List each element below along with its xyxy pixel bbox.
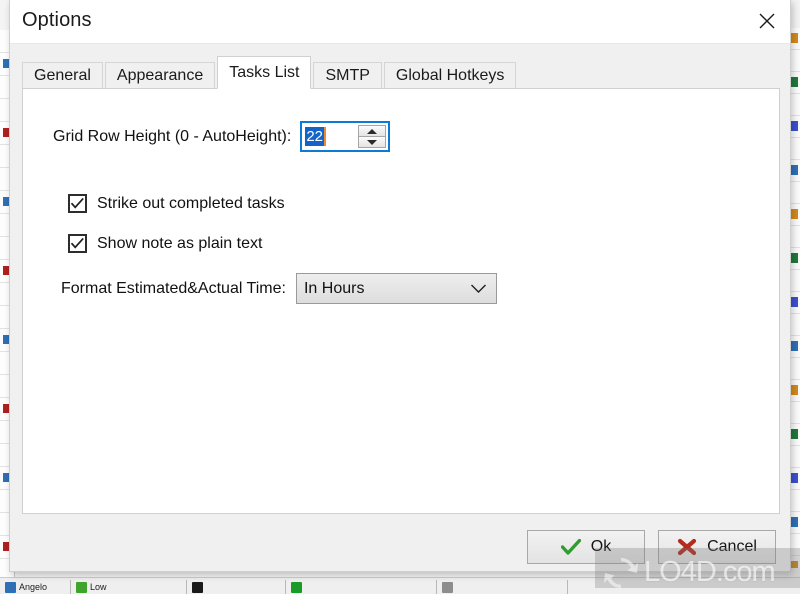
cancel-button[interactable]: Cancel — [658, 530, 776, 564]
stepper-up-button[interactable] — [358, 125, 387, 137]
stepper-buttons — [358, 125, 387, 148]
arrow-down-icon — [367, 139, 378, 145]
checkbox-box — [68, 234, 87, 253]
tab-global-hotkeys[interactable]: Global Hotkeys — [383, 62, 517, 88]
tab-general[interactable]: General — [22, 62, 103, 88]
tab-tasks-list[interactable]: Tasks List — [217, 56, 312, 89]
taskbar-item[interactable]: Low — [71, 580, 187, 594]
stepper-down-button[interactable] — [358, 137, 387, 148]
taskbar-item-label: Angelo — [19, 582, 48, 592]
tab-smtp[interactable]: SMTP — [313, 62, 382, 88]
text-caret — [324, 127, 327, 146]
checkmark-icon — [70, 197, 84, 209]
taskbar-item[interactable] — [187, 580, 286, 594]
taskbar-item-icon — [442, 581, 453, 593]
taskbar-item-label: Low — [90, 582, 107, 592]
checkmark-icon — [70, 237, 84, 249]
format-time-value: In Hours — [303, 279, 365, 297]
checkmark-icon — [560, 539, 581, 555]
checkbox-box — [68, 194, 87, 213]
background-taskbar[interactable]: Angelo Low — [0, 577, 800, 594]
tab-strip: General Appearance Tasks List SMTP Global Ho… — [22, 56, 780, 89]
grid-row-height-row: Grid Row Height (0 - AutoHeight): 22 — [53, 121, 391, 152]
taskbar-item[interactable] — [437, 580, 568, 594]
format-time-select[interactable]: In Hours — [295, 273, 497, 304]
tab-label: Global Hotkeys — [395, 66, 505, 84]
dialog-title: Options — [22, 9, 92, 31]
taskbar-item[interactable] — [286, 580, 437, 594]
taskbar-item-icon — [192, 581, 203, 593]
strike-out-completed-tasks-checkbox[interactable]: Strike out completed tasks — [68, 194, 285, 213]
ok-button[interactable]: Ok — [527, 530, 645, 564]
taskbar-item-icon — [5, 581, 16, 593]
screen: Angelo Low Options General Appearance Tasks… — [0, 0, 800, 594]
tab-label: Appearance — [116, 66, 204, 84]
cancel-button-label: Cancel — [707, 538, 757, 555]
close-icon[interactable] — [744, 0, 790, 42]
show-note-as-plain-text-checkbox[interactable]: Show note as plain text — [68, 234, 262, 253]
tab-label: Tasks List — [229, 63, 300, 81]
dialog-titlebar: Options — [10, 0, 790, 44]
cross-icon — [677, 538, 697, 556]
options-dialog: Options General Appearance Tasks List SMTP G… — [9, 0, 791, 572]
tab-panel-tasks-list: Grid Row Height (0 - AutoHeight): 22 Str… — [22, 88, 780, 514]
arrow-up-icon — [367, 128, 378, 134]
format-time-row: Format Estimated&Actual Time: In Hours — [61, 273, 497, 304]
show-note-label: Show note as plain text — [97, 234, 263, 252]
tab-appearance[interactable]: Appearance — [104, 62, 216, 88]
grid-row-height-input[interactable]: 22 — [302, 123, 358, 150]
taskbar-item-icon — [291, 581, 302, 593]
taskbar-item[interactable]: Angelo — [0, 580, 71, 594]
grid-row-height-label: Grid Row Height (0 - AutoHeight): — [53, 127, 292, 145]
format-time-label: Format Estimated&Actual Time: — [61, 279, 286, 297]
ok-button-label: Ok — [590, 538, 612, 555]
chevron-down-icon — [470, 284, 486, 293]
grid-row-height-value: 22 — [305, 127, 325, 146]
taskbar-item-icon — [76, 581, 87, 593]
strike-out-label: Strike out completed tasks — [97, 194, 285, 212]
grid-row-height-stepper[interactable]: 22 — [300, 121, 391, 152]
tab-label: General — [34, 66, 91, 84]
tab-label: SMTP — [325, 66, 370, 84]
